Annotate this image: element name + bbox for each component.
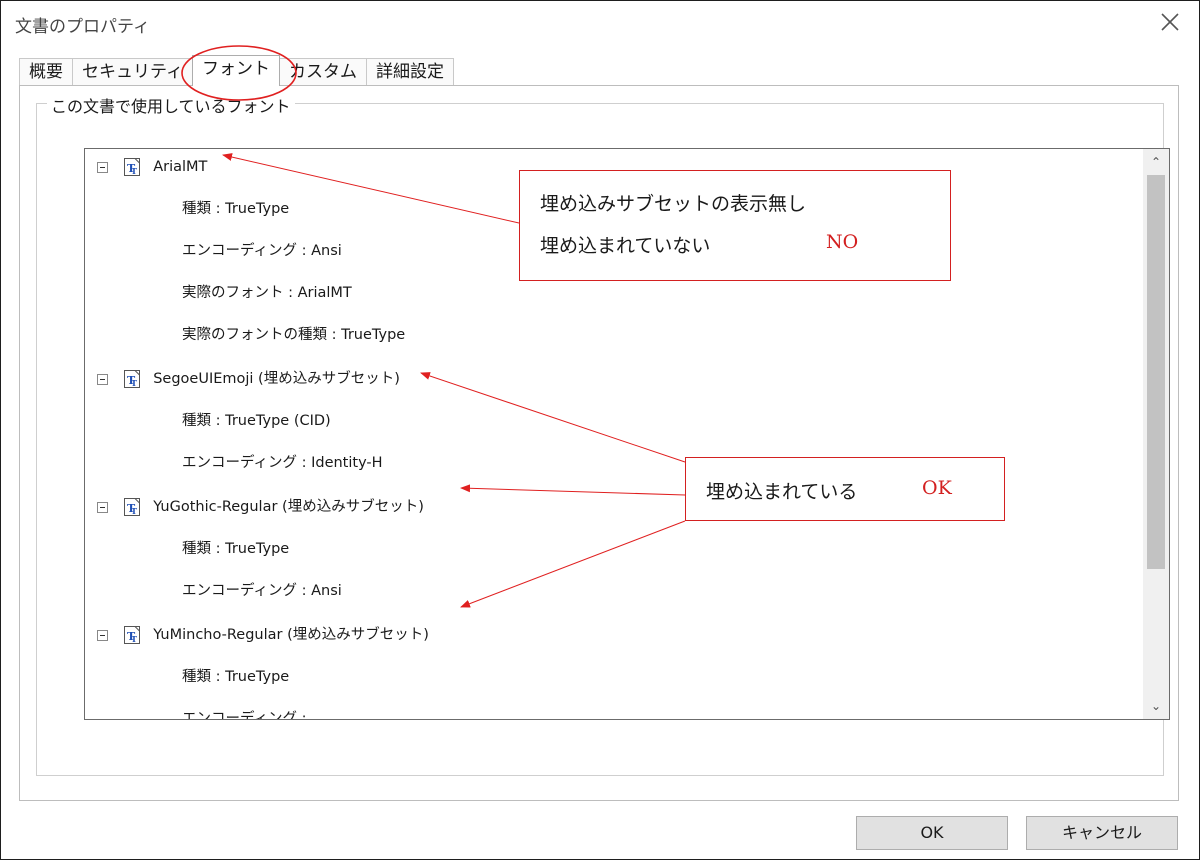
font-property: 種類 : TrueType [182, 541, 290, 557]
collapse-toggle-icon[interactable] [97, 373, 108, 385]
font-item-yugothic[interactable]: TT YuGothic-Regular (埋め込みサブセット) [97, 494, 424, 520]
annotation-text: 埋め込みサブセットの表示無し [540, 193, 807, 215]
annotation-verdict-no: NO [826, 231, 859, 253]
collapse-toggle-icon[interactable] [97, 501, 108, 513]
font-property: エンコーディング : [182, 711, 307, 720]
truetype-font-icon: TT [123, 369, 143, 389]
close-icon [1161, 13, 1179, 31]
collapse-toggle-icon[interactable] [97, 161, 108, 173]
tab-advanced[interactable]: 詳細設定 [365, 58, 454, 86]
svg-text:T: T [131, 634, 137, 644]
annotation-verdict-ok: OK [922, 477, 952, 499]
cancel-button[interactable]: キャンセル [1026, 816, 1178, 850]
tab-summary[interactable]: 概要 [19, 58, 73, 86]
font-item-segoeuiemoji[interactable]: TT SegoeUIEmoji (埋め込みサブセット) [97, 366, 400, 392]
truetype-font-icon: TT [123, 625, 143, 645]
tab-security[interactable]: セキュリティ [72, 58, 193, 86]
truetype-font-icon: TT [123, 157, 143, 177]
font-property: 種類 : TrueType [182, 201, 290, 217]
annotation-not-embedded: 埋め込みサブセットの表示無し 埋め込まれていない NO [519, 170, 951, 281]
vertical-scrollbar[interactable]: ⌃ ⌄ [1143, 149, 1169, 719]
fonts-group-label: この文書で使用しているフォント [47, 93, 295, 117]
font-property: 種類 : TrueType (CID) [182, 413, 331, 429]
tab-custom[interactable]: カスタム [278, 58, 367, 86]
title-bar: 文書のプロパティ [1, 1, 1199, 45]
annotation-text: 埋め込まれていない [540, 235, 711, 257]
tab-strip: 概要 セキュリティ フォント カスタム 詳細設定 [19, 55, 454, 86]
svg-text:T: T [131, 378, 137, 388]
font-property: エンコーディング : Identity-H [182, 455, 383, 471]
font-name: YuGothic-Regular (埋め込みサブセット) [153, 499, 424, 515]
svg-text:T: T [131, 166, 137, 176]
font-name: ArialMT [153, 159, 208, 175]
font-property: 種類 : TrueType [182, 669, 290, 685]
font-name: YuMincho-Regular (埋め込みサブセット) [153, 627, 429, 643]
scroll-down-icon[interactable]: ⌄ [1149, 699, 1163, 713]
ok-button[interactable]: OK [856, 816, 1008, 850]
svg-text:T: T [131, 506, 137, 516]
close-button[interactable] [1155, 7, 1185, 37]
font-property: 実際のフォントの種類 : TrueType [182, 327, 406, 343]
collapse-toggle-icon[interactable] [97, 629, 108, 641]
font-property: エンコーディング : Ansi [182, 583, 342, 599]
annotation-embedded: 埋め込まれている OK [685, 457, 1005, 521]
font-name: SegoeUIEmoji (埋め込みサブセット) [153, 371, 400, 387]
document-properties-dialog: 文書のプロパティ 概要 セキュリティ フォント カスタム 詳細設定 この文書で使… [0, 0, 1200, 860]
window-title: 文書のプロパティ [15, 17, 150, 37]
tab-fonts[interactable]: フォント [191, 55, 280, 86]
font-item-arialmt[interactable]: TT ArialMT [97, 154, 207, 180]
annotation-text: 埋め込まれている [706, 481, 858, 503]
font-item-yumincho[interactable]: TT YuMincho-Regular (埋め込みサブセット) [97, 622, 429, 648]
truetype-font-icon: TT [123, 497, 143, 517]
font-property: エンコーディング : Ansi [182, 243, 342, 259]
scroll-thumb[interactable] [1147, 175, 1165, 569]
font-property: 実際のフォント : ArialMT [182, 285, 352, 301]
scroll-up-icon[interactable]: ⌃ [1149, 155, 1163, 169]
